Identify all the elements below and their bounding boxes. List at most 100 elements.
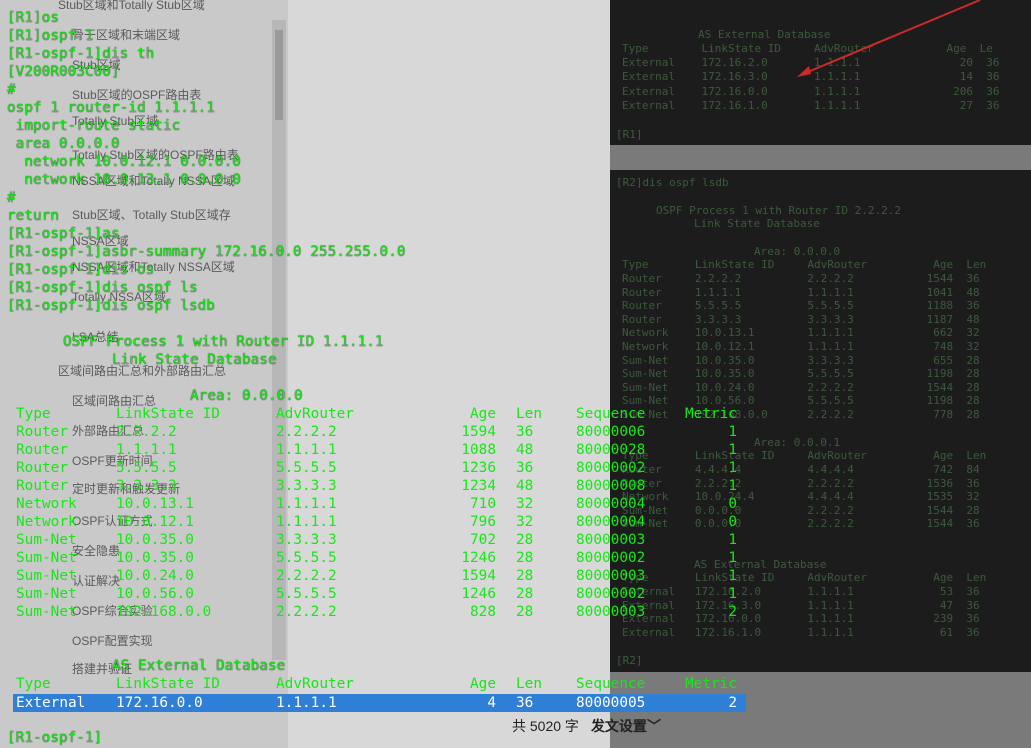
outline-item[interactable]: Stub区域和Totally Stub区域	[58, 0, 205, 13]
terminal-line: [V200R003C00]	[7, 64, 120, 80]
table-cell: 80000003	[576, 532, 646, 548]
table-cell: 710	[470, 496, 496, 512]
table-cell: 1.1.1.1	[276, 442, 337, 458]
table-header-cell: Type	[16, 406, 51, 422]
table-cell: 10.0.56.0	[116, 586, 194, 602]
ext-row-cell: 1.1.1.1	[276, 695, 337, 711]
terminal-line: [R1]os	[7, 10, 59, 26]
terminal-r2-background: [R2]dis ospf lsdb OSPF Process 1 with Ro…	[610, 170, 1031, 672]
table-cell: 10.0.13.1	[116, 496, 194, 512]
table-cell: Router	[16, 460, 68, 476]
table-cell: 702	[470, 532, 496, 548]
r2-ext-headers: Type LinkState ID AdvRouter Age Len	[622, 571, 987, 584]
table-cell: 80000004	[576, 496, 646, 512]
table-cell: Sum-Net	[16, 532, 77, 548]
outline-item[interactable]: OSPF配置实现	[72, 632, 153, 649]
table-cell: 10.0.24.0	[116, 568, 194, 584]
table-cell: 1	[728, 424, 737, 440]
ext-header-cell: Age	[470, 676, 496, 692]
terminal-line: area 0.0.0.0	[7, 136, 120, 152]
table-cell: 192.168.0.0	[116, 604, 212, 620]
outline-item[interactable]: 安全隐患	[72, 542, 120, 559]
terminal-line: network 10.0.12.1 0.0.0.0	[7, 154, 241, 170]
r2-row: Router 4.4.4.4 4.4.4.4 742 84	[622, 463, 980, 476]
ext-header-cell: AdvRouter	[276, 676, 354, 692]
terminal-line: [R1-ospf-1]dis th	[7, 46, 155, 62]
table-cell: 5.5.5.5	[276, 586, 337, 602]
table-cell: 32	[516, 496, 534, 512]
r1-ext-row: External 172.16.0.0 1.1.1.1 206 36	[622, 84, 1000, 98]
terminal-line: [R1-ospf-1]dis ospf ls	[7, 280, 198, 296]
table-cell: 2	[728, 604, 737, 620]
r1-prompt: [R1]	[616, 128, 643, 141]
terminal-line: import-route static	[7, 118, 181, 134]
r2-row: Network 10.0.24.4 4.4.4.4 1535 32	[622, 490, 980, 504]
r2-area1-headers: Type LinkState ID AdvRouter Age Len	[622, 449, 987, 462]
r2-row: External 172.16.0.0 1.1.1.1 239 36	[622, 612, 980, 626]
r2-row: Network 10.0.12.1 1.1.1.1 748 32	[622, 340, 980, 353]
table-cell: Router	[16, 478, 68, 494]
table-cell: 80000028	[576, 442, 646, 458]
r2-area1-label: Area: 0.0.0.1	[754, 436, 841, 449]
table-cell: 28	[516, 532, 534, 548]
r2-area0-label: Area: 0.0.0.0	[754, 245, 841, 258]
table-cell: 10.0.35.0	[116, 550, 194, 566]
r2-row: External 172.16.1.0 1.1.1.1 61 36	[622, 625, 980, 639]
table-cell: 5.5.5.5	[276, 550, 337, 566]
selected-external-row[interactable]: External 172.16.0.0 1.1.1.1 4 36 80000005 2	[13, 694, 746, 712]
table-cell: 36	[516, 460, 534, 476]
r2-db-title: Link State Database	[694, 217, 820, 230]
table-cell: 10.0.35.0	[116, 532, 194, 548]
terminal-line: [R1-ospf-1]dis ospf lsdb	[7, 298, 215, 314]
table-cell: 0	[728, 496, 737, 512]
table-cell: 80000002	[576, 586, 646, 602]
ext-row-cell: 36	[516, 695, 534, 711]
table-cell: 28	[516, 568, 534, 584]
table-cell: 80000006	[576, 424, 646, 440]
table-cell: 10.0.12.1	[116, 514, 194, 530]
db-title: Link State Database	[112, 352, 277, 368]
status-bar: 共 5020 字发文设置﹀	[512, 716, 661, 736]
table-cell: 1	[728, 532, 737, 548]
r2-row: Router 2.2.2.2 2.2.2.2 1536 36	[622, 476, 980, 490]
r1-ext-row: External 172.16.1.0 1.1.1.1 27 36	[622, 98, 1000, 112]
table-cell: 48	[516, 478, 534, 494]
r2-row: Sum-Net 10.0.35.0 3.3.3.3 655 28	[622, 353, 980, 367]
table-cell: 2.2.2.2	[116, 424, 177, 440]
table-cell: 1246	[461, 586, 496, 602]
table-cell: 3.3.3.3	[276, 478, 337, 494]
table-cell: 828	[470, 604, 496, 620]
table-cell: 80000002	[576, 460, 646, 476]
r2-row: External 172.16.3.0 1.1.1.1 47 36	[622, 598, 980, 612]
r2-row: External 172.16.2.0 1.1.1.1 53 36	[622, 585, 980, 598]
terminal-line: [R1-ospf-1]dis os	[7, 262, 155, 278]
table-cell: Network	[16, 514, 77, 530]
table-cell: 1234	[461, 478, 496, 494]
table-cell: Sum-Net	[16, 586, 77, 602]
table-cell: 48	[516, 442, 534, 458]
table-cell: 1	[728, 586, 737, 602]
terminal-line: [R1-ospf-1]as	[7, 226, 120, 242]
table-cell: 1594	[461, 568, 496, 584]
table-cell: Router	[16, 442, 68, 458]
ext-row-cell: 4	[487, 695, 496, 711]
outline-item[interactable]: 认证解决	[72, 572, 120, 589]
table-cell: Router	[16, 424, 68, 440]
r2-row: Sum-Net 10.0.35.0 5.5.5.5 1198 28	[622, 367, 980, 381]
table-cell: 32	[516, 514, 534, 530]
table-cell: 1.1.1.1	[116, 442, 177, 458]
table-cell: 28	[516, 550, 534, 566]
r2-command: [R2]dis ospf lsdb	[616, 176, 729, 189]
table-header-cell: Len	[516, 406, 542, 422]
table-cell: 1088	[461, 442, 496, 458]
table-cell: 3.3.3.3	[116, 478, 177, 494]
terminal-prompt[interactable]: [R1-ospf-1]	[7, 729, 102, 747]
outline-scrollbar-thumb[interactable]	[275, 30, 283, 120]
publish-settings-button[interactable]: 发文设置﹀	[591, 718, 661, 734]
outline-item[interactable]: Stub区域、Totally Stub区域存	[72, 206, 231, 223]
terminal-line: #	[7, 190, 16, 206]
table-header-cell: LinkState ID	[116, 406, 220, 422]
ext-row-cell: 80000005	[576, 695, 646, 711]
table-header-cell: Sequence	[576, 406, 646, 422]
ext-header-cell: LinkState ID	[116, 676, 220, 692]
